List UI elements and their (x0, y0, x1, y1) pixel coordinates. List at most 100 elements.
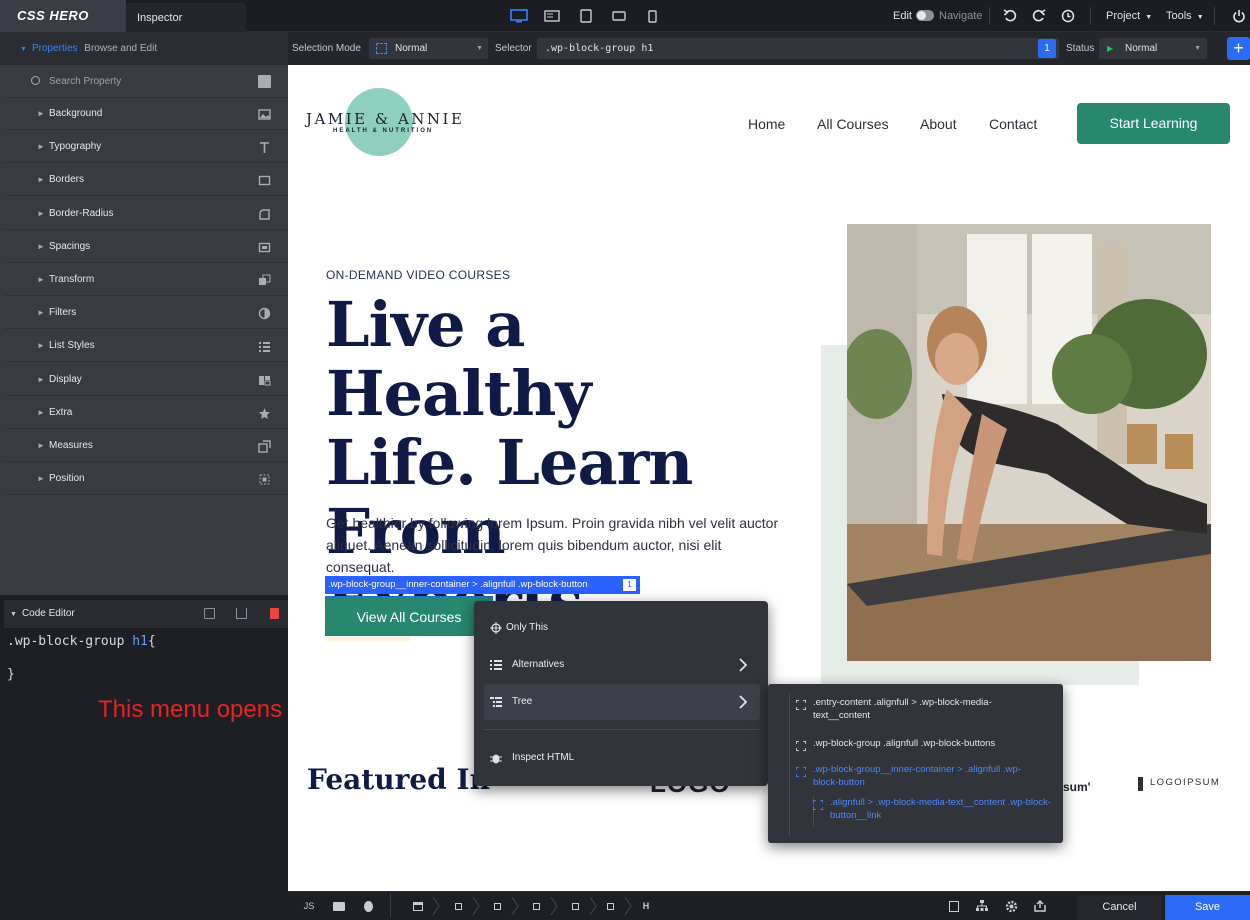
selection-mode-select[interactable]: Normal ▼ (369, 38, 488, 59)
spacing-icon (258, 242, 271, 252)
sitemap-icon[interactable] (974, 897, 990, 915)
tablet-landscape-view-icon[interactable] (604, 6, 634, 26)
bug-icon[interactable] (359, 897, 377, 915)
properties-label[interactable]: Properties (32, 43, 78, 54)
tablet-view-icon[interactable] (571, 6, 601, 26)
chevron-right-icon: ► (37, 109, 45, 118)
selection-badge-text: .wp-block-group__inner-container > .alig… (328, 579, 588, 590)
chevron-right-icon: ► (37, 474, 45, 484)
nav-about[interactable]: About (920, 116, 957, 132)
status-label: Status (1066, 43, 1095, 54)
property-group-position[interactable]: ► Position (4, 463, 288, 496)
tools-menu[interactable]: Tools ▼ (1166, 0, 1204, 32)
redo-icon[interactable] (1030, 7, 1048, 25)
js-button[interactable]: JS (298, 897, 320, 915)
property-group-extra[interactable]: ► Extra (4, 397, 288, 429)
property-group-background[interactable]: ► Background (4, 98, 288, 130)
hero-eyebrow[interactable]: ON-DEMAND VIDEO COURSES (326, 268, 510, 282)
add-icon[interactable]: + (1227, 37, 1250, 60)
selector-input[interactable]: .wp-block-group h1 (537, 38, 1059, 59)
breadcrumb-separator (469, 897, 483, 915)
tree-item-label: .wp-block-group__inner-container > .alig… (813, 764, 1021, 788)
menu-item-alternatives[interactable]: Alternatives (484, 647, 760, 683)
property-group-label: Transform (49, 274, 95, 285)
share-icon[interactable] (1032, 897, 1048, 915)
code-brace: { (147, 634, 156, 649)
code-line-3[interactable]: } (7, 667, 15, 682)
crosshair-icon (490, 622, 502, 634)
property-group-filters[interactable]: ► Filters (4, 297, 288, 330)
hero-paragraph[interactable]: Get healthier by following lorem Ipsum. … (326, 512, 786, 578)
hero-photo[interactable] (847, 224, 1211, 661)
breadcrumb-item-icon[interactable] (600, 897, 620, 915)
power-icon[interactable] (1230, 7, 1248, 25)
start-learning-button[interactable]: Start Learning (1077, 103, 1230, 144)
property-group-spacings[interactable]: ► Spacings (4, 231, 288, 263)
trash-icon[interactable] (270, 608, 279, 619)
cancel-button[interactable]: Cancel (1077, 895, 1162, 920)
nav-home[interactable]: Home (748, 116, 785, 132)
site-logo-text[interactable]: JAMIE & ANNIE (306, 110, 464, 128)
chevron-right-icon: ► (37, 374, 45, 384)
properties-header: ▼ Properties Browse and Edit (0, 32, 288, 65)
save-file-icon[interactable] (204, 608, 215, 619)
video-icon[interactable] (330, 897, 348, 915)
layout-icon[interactable] (946, 897, 962, 915)
nav-all-courses[interactable]: All Courses (817, 116, 889, 132)
laptop-view-icon[interactable] (537, 6, 567, 26)
edit-navigate-toggle[interactable] (916, 10, 934, 21)
breadcrumb-item-icon[interactable] (448, 897, 468, 915)
property-group-measures[interactable]: ► Measures (4, 430, 288, 462)
code-editor-title: Code Editor (21, 608, 75, 619)
status-select[interactable]: ▶ Normal ▼ (1099, 38, 1207, 59)
breadcrumb-item-h1[interactable]: H (636, 897, 656, 915)
chevron-down-icon[interactable]: ▼ (20, 46, 27, 53)
chevron-down-icon[interactable]: ▼ (10, 611, 17, 618)
yoga-woman-image (847, 224, 1211, 661)
undo-icon[interactable] (1001, 7, 1019, 25)
menu-item-only-this[interactable]: Only This (484, 610, 760, 646)
breadcrumb-item-icon[interactable] (487, 897, 507, 915)
breadcrumb-item-icon[interactable] (565, 897, 585, 915)
only-this-label: Only This (506, 622, 549, 633)
search-property-input[interactable]: Search Property (49, 65, 121, 98)
property-group-typography[interactable]: ► Typography (4, 131, 288, 164)
menu-item-inspect-html[interactable]: Inspect HTML (484, 740, 760, 776)
featured-in-heading[interactable]: Featured In (307, 763, 490, 796)
selector-label: Selector (495, 43, 532, 54)
status-value: Normal (1125, 43, 1158, 54)
search-icon (31, 76, 40, 85)
site-logo-subtitle: HEALTH & NUTRITION (333, 128, 434, 134)
tree-submenu: .entry-content .alignfull > .wp-block-me… (768, 684, 1063, 843)
breadcrumb-item-icon[interactable] (526, 897, 546, 915)
code-selector: .wp-block-group (7, 634, 133, 649)
chevron-down-icon: ▼ (1196, 14, 1204, 21)
code-line-1[interactable]: .wp-block-group h1{ (7, 634, 156, 649)
property-group-display[interactable]: ► Display (4, 364, 288, 396)
gear-icon[interactable] (1003, 897, 1019, 915)
edit-mode-label[interactable]: Edit (893, 0, 912, 32)
browse-edit-label: Browse and Edit (84, 43, 158, 54)
tab-inspector[interactable]: Inspector (126, 3, 246, 32)
property-group-border-radius[interactable]: ► Border-Radius (4, 198, 288, 230)
desktop-view-icon[interactable] (504, 6, 534, 26)
property-search[interactable]: Search Property (4, 65, 288, 98)
nav-contact[interactable]: Contact (989, 116, 1037, 132)
menu-item-tree[interactable]: Tree (484, 684, 760, 720)
selection-badge-count: 1 (623, 579, 636, 591)
property-group-list-styles[interactable]: ► List Styles (4, 330, 288, 363)
property-group-transform[interactable]: ► Transform (4, 264, 288, 296)
breadcrumb-root-icon[interactable] (408, 897, 428, 915)
project-menu[interactable]: Project ▼ (1106, 0, 1152, 32)
chevron-right-icon: ► (37, 142, 45, 152)
export-icon[interactable] (236, 608, 247, 619)
edit-icon[interactable] (258, 75, 271, 88)
navigate-mode-label[interactable]: Navigate (939, 0, 982, 32)
view-all-courses-button[interactable]: View All Courses (325, 596, 493, 636)
filter-icon (258, 307, 271, 320)
history-icon[interactable] (1059, 7, 1077, 25)
property-group-borders[interactable]: ► Borders (4, 164, 288, 197)
save-button[interactable]: Save (1165, 895, 1250, 920)
chevron-right-icon: ► (37, 275, 45, 284)
mobile-view-icon[interactable] (637, 6, 667, 26)
